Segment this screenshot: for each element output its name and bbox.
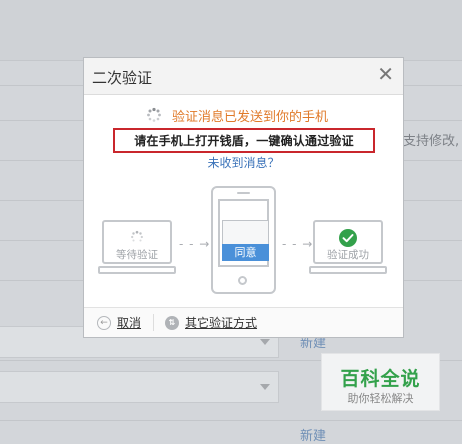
close-icon[interactable]: ✕: [377, 64, 394, 84]
success-label: 验证成功: [327, 249, 369, 261]
background-header: [0, 0, 462, 61]
watermark-title: 百科全说: [340, 368, 421, 390]
status-text: 验证消息已发送到你的手机: [172, 109, 329, 125]
chevron-down-icon: [260, 339, 270, 345]
status-row: 验证消息已发送到你的手机: [146, 105, 328, 125]
message-not-received-link[interactable]: 未收到消息？: [84, 154, 403, 171]
loading-spinner-icon: [147, 107, 161, 122]
cancel-label: 取消: [117, 316, 142, 330]
laptop-base: [98, 266, 176, 274]
dialog-footer: ← 取消 ⇅ 其它验证方式: [84, 307, 403, 337]
switch-icon: ⇅: [165, 315, 179, 330]
watermark-subtitle: 助你轻松解决: [347, 392, 414, 405]
other-verification-method-button[interactable]: ⇅ 其它验证方式: [165, 314, 257, 331]
phone-speaker: [237, 192, 250, 194]
verification-dialog: 二次验证 ✕ 验证消息已发送到你的手机 请在手机上打开钱盾，一键确认通过验证 未…: [83, 57, 404, 338]
dialog-title: 二次验证: [92, 69, 153, 87]
background-select[interactable]: [0, 371, 279, 403]
laptop-base: [309, 266, 387, 274]
agree-button: 同意: [222, 244, 269, 261]
phone-illustration: 同意: [211, 186, 276, 294]
hint-box: 请在手机上打开钱盾，一键确认通过验证: [113, 128, 375, 153]
other-method-label: 其它验证方式: [185, 316, 258, 330]
phone-home-button: [238, 276, 247, 285]
back-arrow-icon: ←: [97, 315, 111, 330]
background-note: 支持修改,: [403, 134, 460, 149]
loading-spinner-icon: [131, 230, 143, 242]
cancel-button[interactable]: ← 取消: [97, 314, 141, 331]
waiting-label: 等待验证: [116, 249, 158, 261]
watermark-logo: 百科全说 助你轻松解决: [321, 353, 440, 411]
arrow-right-icon: - - →: [179, 237, 211, 251]
background-divider: [0, 420, 462, 421]
chevron-down-icon: [260, 384, 270, 390]
footer-divider: [153, 314, 154, 331]
check-circle-icon: [339, 229, 357, 247]
phone-pane: [222, 220, 269, 245]
arrow-right-icon: - - →: [282, 237, 314, 251]
dialog-header: 二次验证 ✕: [84, 58, 403, 95]
hint-text: 请在手机上打开钱盾，一键确认通过验证: [134, 134, 354, 148]
